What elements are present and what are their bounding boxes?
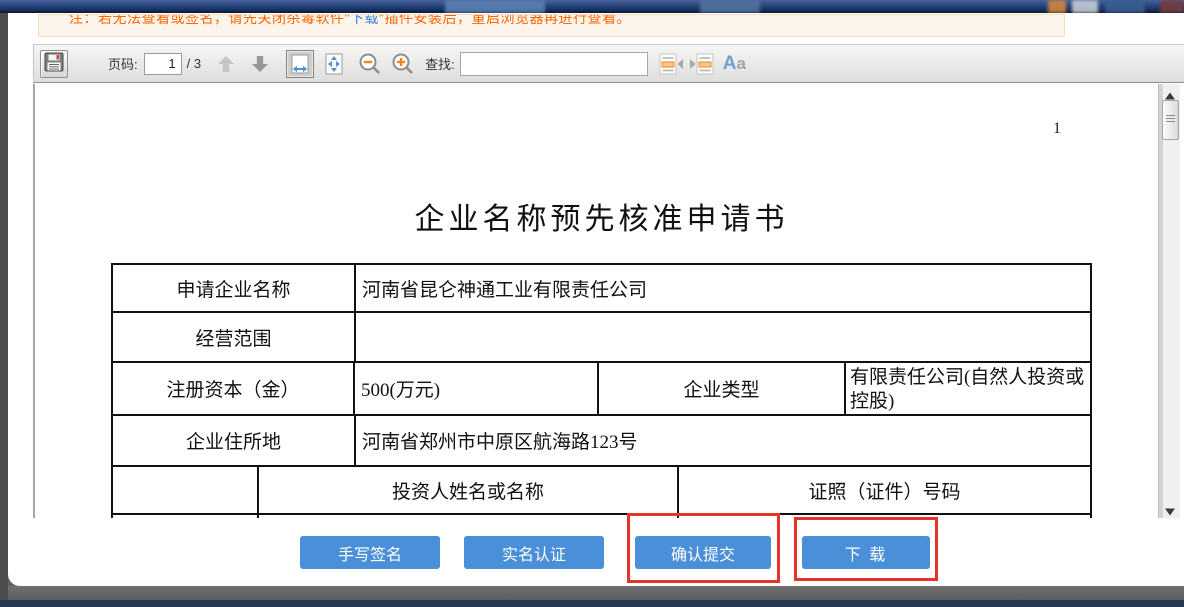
- zoom-out-icon: [357, 51, 383, 77]
- top-bar-highlight: [1160, 0, 1184, 13]
- page-total-label: / 3: [187, 56, 201, 71]
- table-row: [113, 515, 1090, 518]
- table-label-cell: 经营范围: [113, 313, 356, 361]
- scroll-down-icon: [1164, 507, 1176, 517]
- table-row: 企业住所地 河南省郑州市中原区航海路123号: [113, 416, 1090, 467]
- table-header-cell: 证照（证件）号码: [679, 467, 1090, 513]
- find-label: 查找:: [425, 54, 455, 73]
- realname-authentication-button[interactable]: 实名认证: [464, 536, 604, 569]
- download-button[interactable]: 下 载: [802, 536, 930, 569]
- find-previous-button[interactable]: [658, 53, 684, 75]
- save-button[interactable]: [40, 50, 68, 78]
- table-empty-cell: [113, 515, 259, 518]
- top-bar-highlight: [445, 0, 545, 13]
- table-empty-cell: [679, 515, 1090, 518]
- viewer-toolbar: 页码: / 3: [33, 44, 1184, 83]
- find-input[interactable]: [460, 52, 648, 76]
- notice-text-before: 注：若无法查看或签名，请先关闭杀毒软件": [69, 14, 350, 26]
- previous-page-button[interactable]: [215, 53, 237, 75]
- scrollbar-grip: [1163, 115, 1178, 122]
- zoom-out-button[interactable]: [356, 50, 384, 78]
- next-page-button[interactable]: [249, 53, 271, 75]
- find-next-button[interactable]: [689, 53, 715, 75]
- top-bar-highlight: [1048, 0, 1066, 13]
- confirm-submit-button[interactable]: 确认提交: [635, 536, 771, 569]
- table-header-cell: 投资人姓名或名称: [259, 467, 679, 513]
- table-row: 投资人姓名或名称 证照（证件）号码: [113, 467, 1090, 515]
- application-window: 注：若无法查看或签名，请先关闭杀毒软件"下载"插件安装后，重启浏览器再进行查看。: [0, 0, 1184, 607]
- table-empty-cell: [113, 467, 259, 513]
- bottom-navy-bar: [0, 600, 1184, 607]
- table-label-cell: 企业类型: [599, 363, 846, 414]
- plugin-download-link[interactable]: 下载: [350, 14, 379, 26]
- scrollbar-thumb[interactable]: [1162, 100, 1179, 140]
- browser-top-bar: [0, 0, 1184, 13]
- table-value-cell: [356, 313, 1090, 361]
- scrollbar-down-button[interactable]: [1164, 504, 1176, 514]
- fit-width-button[interactable]: [286, 50, 314, 78]
- scrollbar-shade: [1159, 84, 1163, 518]
- table-value-cell: 河南省昆仑神通工业有限责任公司: [356, 265, 1090, 311]
- vertical-scrollbar[interactable]: [1158, 84, 1180, 518]
- fit-page-button[interactable]: [320, 50, 348, 78]
- application-form-table: 申请企业名称 河南省昆仑神通工业有限责任公司 经营范围 注册资本（金） 500(…: [111, 263, 1092, 518]
- scrollbar-up-button[interactable]: [1164, 88, 1176, 98]
- bottom-gray-bar: [0, 586, 1184, 600]
- table-value-cell: 有限责任公司(自然人投资或控股): [846, 363, 1090, 414]
- zoom-in-icon: [390, 51, 416, 77]
- fit-page-icon: [322, 52, 346, 76]
- table-row: 申请企业名称 河南省昆仑神通工业有限责任公司: [113, 265, 1090, 313]
- window-left-edge: [0, 13, 8, 600]
- table-row: 经营范围: [113, 313, 1090, 363]
- plugin-notice-banner: 注：若无法查看或签名，请先关闭杀毒软件"下载"插件安装后，重启浏览器再进行查看。: [38, 14, 1065, 37]
- table-label-cell: 注册资本（金）: [113, 363, 355, 414]
- document-viewer: 1 企业名称预先核准申请书 申请企业名称 河南省昆仑神通工业有限责任公司 经营范…: [33, 84, 1184, 518]
- top-bar-highlight: [1105, 0, 1145, 13]
- arrow-down-icon: [250, 54, 270, 74]
- find-next-icon: [689, 53, 715, 75]
- zoom-in-button[interactable]: [389, 50, 417, 78]
- arrow-up-icon: [216, 54, 236, 74]
- table-value-cell: 河南省郑州市中原区航海路123号: [356, 416, 1090, 465]
- document-title: 企业名称预先核准申请书: [111, 194, 1092, 238]
- top-bar-highlight: [1072, 0, 1098, 13]
- match-case-label: A: [723, 53, 737, 74]
- fit-width-icon: [289, 53, 311, 75]
- save-icon: [43, 51, 65, 76]
- notice-text-after: "插件安装后，重启浏览器再进行查看。: [379, 14, 631, 26]
- page-number-input[interactable]: [144, 53, 182, 75]
- page-number-label: 页码:: [108, 54, 138, 73]
- table-label-cell: 企业住所地: [113, 416, 356, 465]
- table-row: 注册资本（金） 500(万元) 企业类型 有限责任公司(自然人投资或控股): [113, 363, 1090, 416]
- table-empty-cell: [259, 515, 679, 518]
- match-case-toggle[interactable]: Aa: [723, 53, 746, 75]
- table-label-cell: 申请企业名称: [113, 265, 356, 311]
- top-bar-highlight: [700, 0, 760, 13]
- document-page-number: 1: [1053, 120, 1061, 138]
- table-value-cell: 500(万元): [355, 363, 599, 414]
- handwritten-signature-button[interactable]: 手写签名: [300, 536, 440, 569]
- main-panel: 注：若无法查看或签名，请先关闭杀毒软件"下载"插件安装后，重启浏览器再进行查看。: [8, 13, 1184, 586]
- find-previous-icon: [658, 53, 684, 75]
